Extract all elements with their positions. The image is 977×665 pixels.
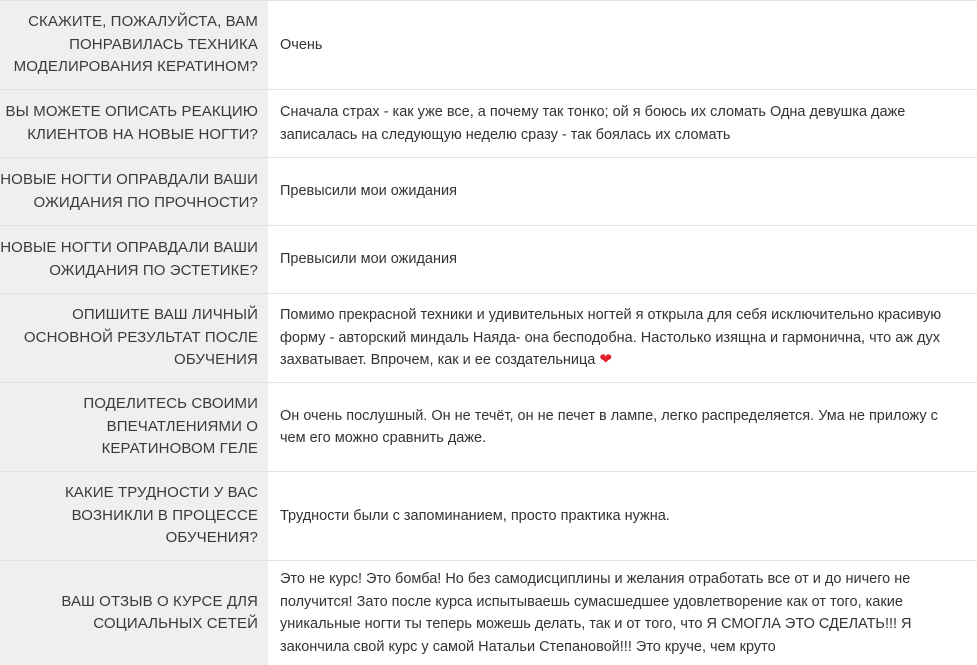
question-text: Какие трудности у вас возникли в процесс… (64, 484, 258, 547)
answer-text: Превысили мои ожидания (280, 251, 457, 268)
question-cell: Ваш отзыв о курсе для социальных сетей (0, 561, 268, 665)
table-row: Новые ногти оправдали ваши ожидания по э… (0, 226, 977, 294)
table-row: Опишите ваш личный основной результат по… (0, 294, 977, 383)
answer-cell: Это не курс! Это бомба! Но без самодисци… (268, 561, 977, 665)
table-row: Какие трудности у вас возникли в процесс… (0, 472, 977, 561)
question-text: Поделитесь своими впечатлениями о керати… (83, 395, 258, 458)
question-text: Опишите ваш личный основной результат по… (23, 306, 258, 369)
answer-text: Это не курс! Это бомба! Но без самодисци… (280, 571, 912, 655)
question-text: Новые ногти оправдали ваши ожидания по п… (0, 171, 258, 211)
question-cell: Новые ногти оправдали ваши ожидания по э… (0, 226, 268, 293)
question-text: Скажите, пожалуйста, вам понравилась тех… (13, 13, 258, 76)
answer-text: Трудности были с запоминанием, просто пр… (280, 507, 670, 524)
question-cell: Скажите, пожалуйста, вам понравилась тех… (0, 1, 268, 89)
answer-cell: Он очень послушный. Он не течёт, он не п… (268, 383, 977, 471)
answer-text: Сначала страх - как уже все, а почему та… (280, 104, 906, 143)
question-cell: Вы можете описать реакцию клиентов на но… (0, 90, 268, 157)
table-row: Ваш отзыв о курсе для социальных сетей Э… (0, 561, 977, 665)
answer-cell: Трудности были с запоминанием, просто пр… (268, 472, 977, 560)
table-row: Поделитесь своими впечатлениями о керати… (0, 383, 977, 472)
answer-text: Превысили мои ожидания (280, 183, 457, 200)
question-text: Ваш отзыв о курсе для социальных сетей (61, 592, 258, 633)
heart-icon: ❤ (599, 351, 612, 369)
answer-text: Очень (280, 36, 323, 53)
question-text: Новые ногти оправдали ваши ожидания по э… (0, 239, 258, 279)
answer-cell: Помимо прекрасной техники и удивительных… (268, 294, 977, 382)
answer-cell: Превысили мои ожидания (268, 226, 977, 293)
question-cell: Опишите ваш личный основной результат по… (0, 294, 268, 382)
table-row: Вы можете описать реакцию клиентов на но… (0, 90, 977, 158)
question-text: Вы можете описать реакцию клиентов на но… (5, 103, 258, 143)
question-cell: Поделитесь своими впечатлениями о керати… (0, 383, 268, 471)
answer-cell: Сначала страх - как уже все, а почему та… (268, 90, 977, 157)
qa-table: Скажите, пожалуйста, вам понравилась тех… (0, 0, 977, 665)
question-cell: Новые ногти оправдали ваши ожидания по п… (0, 158, 268, 225)
answer-text: Он очень послушный. Он не течёт, он не п… (280, 407, 938, 447)
question-cell: Какие трудности у вас возникли в процесс… (0, 472, 268, 560)
answer-cell: Очень (268, 1, 977, 89)
answer-text: Помимо прекрасной техники и удивительных… (280, 304, 963, 372)
answer-cell: Превысили мои ожидания (268, 158, 977, 225)
table-row: Скажите, пожалуйста, вам понравилась тех… (0, 1, 977, 90)
table-row: Новые ногти оправдали ваши ожидания по п… (0, 158, 977, 226)
